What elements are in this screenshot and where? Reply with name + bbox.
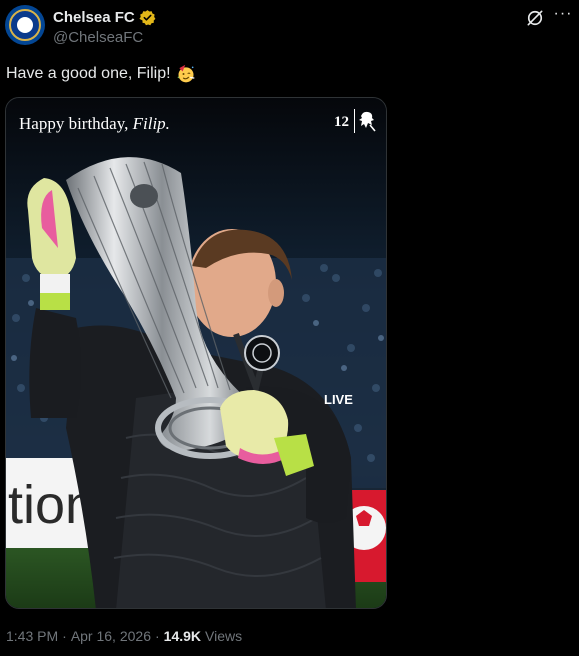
caption-prefix: Happy birthday, — [19, 114, 133, 133]
tweet-photo[interactable]: tion LIVE Happy birthday, Filip. 12 — [5, 97, 387, 609]
chelsea-crest-icon — [9, 9, 41, 41]
birthday-photo-artwork: tion LIVE — [6, 98, 386, 608]
display-name[interactable]: Chelsea FC — [53, 9, 135, 26]
meta-separator-2: · — [154, 628, 160, 644]
meta-separator: · — [62, 628, 67, 644]
author-handle[interactable]: @ChelseaFC — [53, 29, 143, 46]
views-count: 14.9K — [163, 628, 202, 644]
more-options-icon[interactable]: ··· — [553, 6, 573, 26]
avatar[interactable] — [5, 5, 45, 45]
views-label: Views — [205, 628, 243, 644]
tweet-text-content: Have a good one, Filip! — [6, 65, 171, 82]
author-name-row: Chelsea FC — [53, 9, 156, 26]
verified-badge-icon — [139, 10, 156, 26]
partying-face-emoji — [177, 64, 195, 83]
tweet-date[interactable]: Apr 16, 2026 — [71, 628, 151, 644]
photo-caption: Happy birthday, Filip. — [19, 114, 170, 134]
caption-divider — [354, 109, 355, 133]
tweet-meta: 1:43 PM · Apr 16, 2026 · 14.9K Views — [6, 628, 242, 644]
tweet-time[interactable]: 1:43 PM — [6, 628, 58, 644]
tweet-text: Have a good one, Filip! — [6, 64, 196, 84]
shirt-number: 12 — [334, 114, 349, 130]
grok-icon[interactable] — [525, 8, 545, 28]
caption-name: Filip. — [132, 114, 170, 133]
sponsor-text: LIVE — [324, 392, 353, 407]
chelsea-lion-icon — [359, 111, 376, 132]
